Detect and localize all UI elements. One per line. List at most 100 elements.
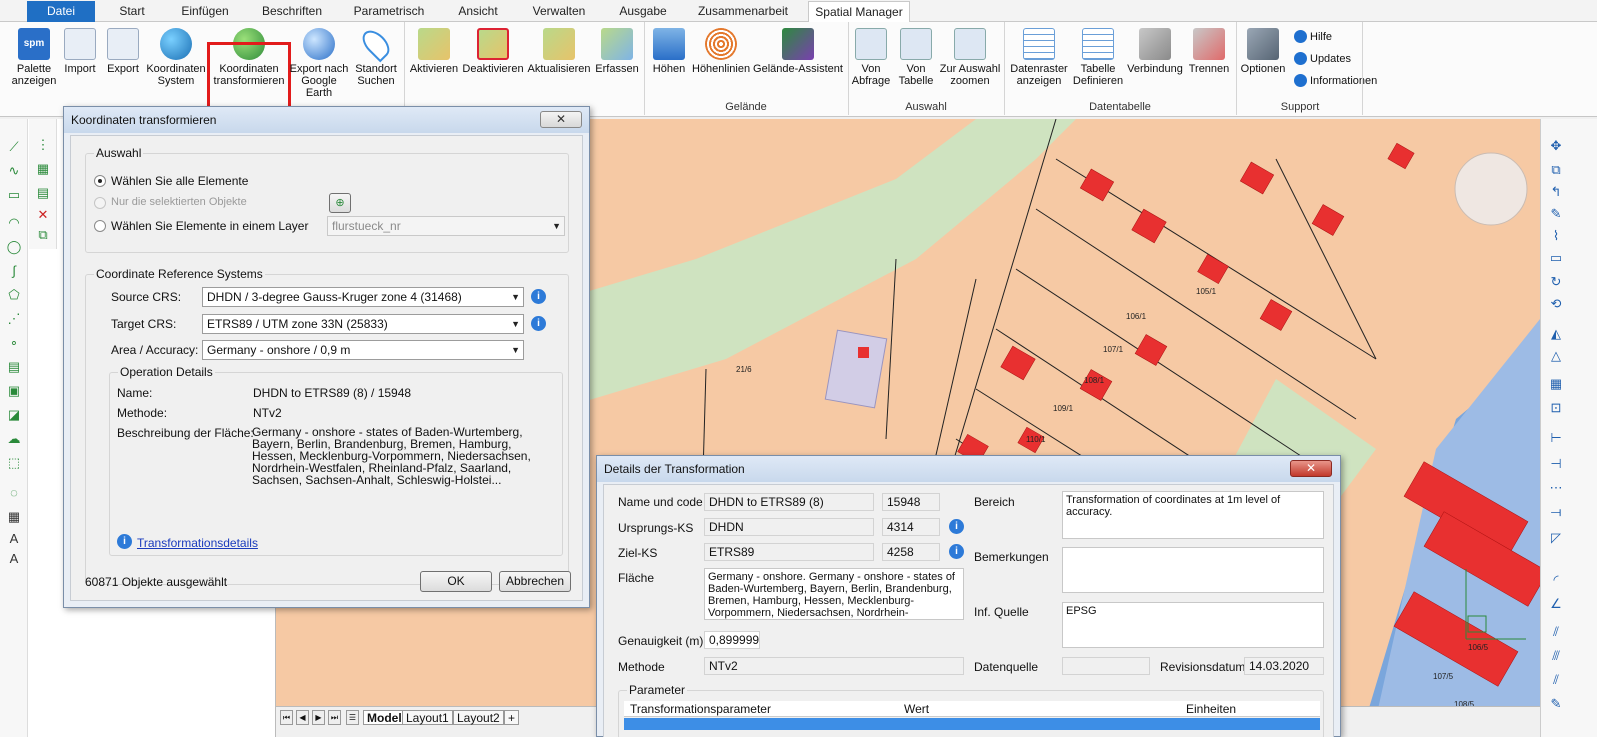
last-layout-button[interactable]: ⏭ (328, 710, 341, 725)
ungroup-icon[interactable]: ▤ (35, 185, 51, 201)
mirror-icon[interactable]: ⟲ (1547, 295, 1565, 313)
region-tool-icon[interactable]: ▣ (6, 383, 22, 399)
measure-icon[interactable]: ⫽ (1547, 623, 1565, 641)
extend-icon[interactable]: ⊣ (1547, 455, 1565, 473)
trim-icon[interactable]: ⊢ (1547, 429, 1565, 447)
palette-button[interactable]: spm Palette anzeigen (8, 28, 60, 87)
verbindung-button[interactable]: Verbindung (1126, 28, 1184, 75)
aktualisieren-button[interactable]: Aktualisieren (526, 28, 592, 75)
move-icon[interactable]: ✥ (1547, 137, 1565, 155)
break-icon[interactable]: ⋯ (1547, 479, 1565, 497)
rotate-icon[interactable]: ↻ (1547, 273, 1565, 291)
angle-icon[interactable]: ∠ (1547, 595, 1565, 613)
pick-objects-button[interactable]: ⊕ (329, 193, 351, 213)
group-icon[interactable]: ▦ (35, 161, 51, 177)
cloud-tool-icon[interactable]: ☁ (6, 431, 22, 447)
array-icon[interactable]: ▭ (1547, 249, 1565, 267)
von-abfrage-button[interactable]: Von Abfrage (850, 28, 892, 87)
deaktivieren-button[interactable]: Deaktivieren (462, 28, 524, 75)
copy-icon[interactable]: ⧉ (1547, 161, 1565, 179)
polyline-tool-icon[interactable]: ∿ (6, 163, 22, 179)
erfassen-button[interactable]: Erfassen (594, 28, 640, 75)
hatch-tool-icon[interactable]: ▤ (6, 359, 22, 375)
gelaende-assistent-button[interactable]: Gelände-Assistent (752, 28, 844, 75)
layout-list-button[interactable]: ☰ (346, 710, 359, 725)
ok-button[interactable]: OK (420, 571, 492, 592)
eyedropper-icon[interactable]: ⌇ (1547, 227, 1565, 245)
tab-zusammenarbeit[interactable]: Zusammenarbeit (692, 1, 794, 22)
next-layout-button[interactable]: ▶ (312, 710, 325, 725)
updates-button[interactable]: Updates (1294, 52, 1351, 65)
parameter-table-row[interactable] (624, 718, 1320, 730)
tab-start[interactable]: Start (108, 1, 156, 22)
column-header-unit[interactable]: Einheiten (1186, 701, 1236, 717)
hoehen-button[interactable]: Höhen (648, 28, 690, 75)
line-tool-icon[interactable]: ⟋ (6, 139, 22, 155)
tab-layout2[interactable]: Layout2 (453, 710, 504, 725)
chamfer-icon[interactable]: ◸ (1547, 529, 1565, 547)
tab-datei[interactable]: Datei (27, 1, 95, 22)
table-tool-icon[interactable]: ▦ (6, 509, 22, 525)
triangle-icon[interactable]: △ (1547, 347, 1565, 365)
source-ks-info-icon[interactable]: i (949, 519, 964, 534)
spline-tool-icon[interactable]: ∫ (6, 263, 22, 279)
edit-vertex-icon[interactable]: ⋰ (6, 311, 22, 327)
dimension-icon[interactable]: ⫻ (1547, 647, 1565, 665)
circle-tool-icon[interactable]: ◯ (6, 239, 22, 255)
close-button[interactable]: ✕ (540, 111, 582, 128)
fillet-icon[interactable]: ◜ (1547, 571, 1565, 589)
polygon-tool-icon[interactable]: ⬠ (6, 287, 22, 303)
brush-icon[interactable]: ✎ (1547, 205, 1565, 223)
column-header-value[interactable]: Wert (904, 701, 929, 717)
close-button[interactable]: ✕ (1290, 460, 1332, 477)
grid-icon[interactable]: ▦ (1547, 375, 1565, 393)
target-crs-select[interactable]: ETRS89 / UTM zone 33N (25833) ▼ (202, 314, 524, 334)
zur-auswahl-zoomen-button[interactable]: Zur Auswahl zoomen (938, 28, 1002, 87)
source-crs-info-icon[interactable]: i (531, 289, 546, 304)
import-button[interactable]: Import (60, 28, 100, 75)
hoehenlinien-button[interactable]: Höhenlinien (692, 28, 750, 75)
radio-layer[interactable] (94, 220, 106, 232)
arc-tool-icon[interactable]: ◠ (6, 215, 22, 231)
rectangle-tool-icon[interactable]: ▭ (6, 187, 22, 203)
text-tool-icon[interactable]: A (6, 531, 22, 547)
layer-select[interactable]: flurstueck_nr ▼ (327, 216, 565, 236)
datenraster-anzeigen-button[interactable]: Datenraster anzeigen (1008, 28, 1070, 87)
tab-ausgabe[interactable]: Ausgabe (612, 1, 674, 22)
delete-group-icon[interactable]: ✕ (35, 207, 51, 223)
boundary-tool-icon[interactable]: ◪ (6, 407, 22, 423)
source-crs-select[interactable]: DHDN / 3-degree Gauss-Kruger zone 4 (314… (202, 287, 524, 307)
block-icon[interactable]: ⧉ (35, 227, 51, 243)
add-layout-button[interactable]: + (504, 710, 520, 725)
export-google-earth-button[interactable]: Export nach Google Earth (288, 28, 350, 99)
first-layout-button[interactable]: ⏮ (280, 710, 293, 725)
snap-icon[interactable]: ⋮ (35, 137, 51, 153)
standort-suchen-button[interactable]: Standort Suchen (352, 25, 400, 87)
join-icon[interactable]: ⟞ (1547, 503, 1565, 521)
tab-ansicht[interactable]: Ansicht (450, 1, 506, 22)
transformationsdetails-link[interactable]: Transformationsdetails (137, 536, 258, 550)
koordinaten-system-button[interactable]: Koordinaten System (146, 28, 206, 87)
radio-selected-objects[interactable] (94, 197, 106, 209)
area-accuracy-select[interactable]: Germany - onshore / 0,9 m ▼ (202, 340, 524, 360)
prev-layout-button[interactable]: ◀ (296, 710, 309, 725)
stretch-icon[interactable]: ↰ (1547, 183, 1565, 201)
informationen-button[interactable]: Informationen (1294, 74, 1377, 87)
tab-model[interactable]: Model (363, 710, 406, 725)
scale-icon[interactable]: ⫽ (1547, 671, 1565, 689)
target-crs-info-icon[interactable]: i (531, 316, 546, 331)
explode-icon[interactable]: ✎ (1547, 695, 1565, 713)
von-tabelle-button[interactable]: Von Tabelle (895, 28, 937, 87)
aktivieren-button[interactable]: Aktivieren (408, 28, 460, 75)
wipeout-tool-icon[interactable]: ⬚ (6, 455, 22, 471)
offset-icon[interactable]: ⊡ (1547, 399, 1565, 417)
tab-beschriften[interactable]: Beschriften (253, 1, 331, 22)
radio-all-elements[interactable] (94, 175, 106, 187)
point-tool-icon[interactable]: ∘ (6, 335, 22, 351)
cancel-button[interactable]: Abbrechen (499, 571, 571, 592)
column-header-param[interactable]: Transformationsparameter (630, 701, 771, 717)
flip-icon[interactable]: ◭ (1547, 325, 1565, 343)
revcloud-tool-icon[interactable]: ◌ (6, 485, 22, 501)
tab-spatial-manager[interactable]: Spatial Manager (808, 1, 910, 22)
tabelle-definieren-button[interactable]: Tabelle Definieren (1072, 28, 1124, 87)
